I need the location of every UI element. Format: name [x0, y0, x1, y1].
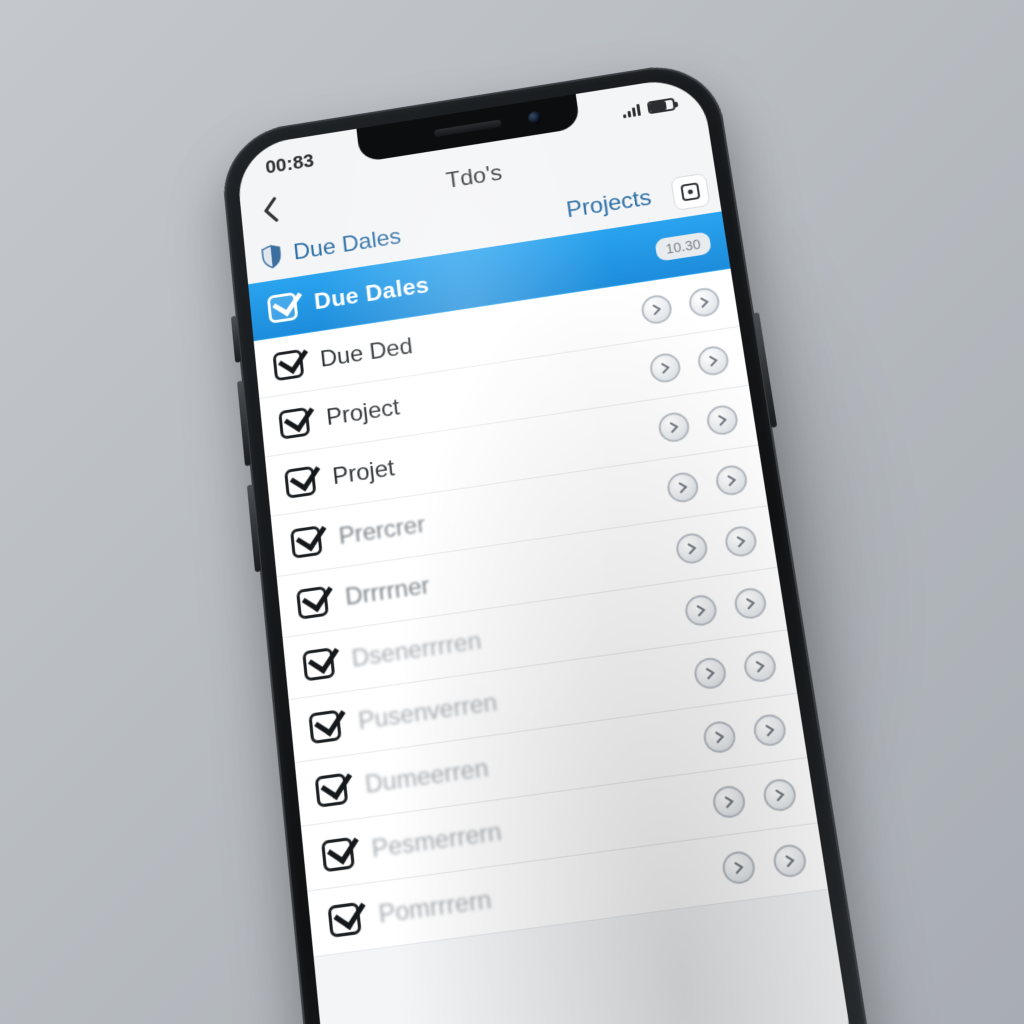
cellular-signal-icon — [622, 103, 641, 118]
disclosure-button[interactable] — [648, 351, 682, 384]
tab-due-dates-label: Due Dales — [292, 224, 402, 266]
disclosure-button[interactable] — [742, 648, 778, 683]
checkbox-checked-icon[interactable] — [308, 709, 341, 744]
disclosure-button[interactable] — [665, 470, 700, 504]
disclosure-button[interactable] — [761, 777, 798, 813]
shield-icon — [260, 243, 283, 270]
settings-button[interactable] — [670, 173, 710, 211]
disclosure-button[interactable] — [640, 293, 674, 326]
status-time: 00:83 — [265, 151, 315, 179]
checkbox-checked-icon[interactable] — [267, 291, 299, 323]
selected-badge: 10.30 — [654, 231, 712, 261]
chevron-left-icon — [261, 196, 281, 224]
disclosure-button[interactable] — [714, 463, 749, 497]
back-button[interactable] — [253, 192, 288, 228]
earpiece-speaker — [434, 119, 502, 137]
battery-icon — [647, 98, 676, 115]
tab-projects[interactable]: Projects — [565, 184, 663, 224]
page-title: Tdo's — [445, 160, 504, 194]
checkbox-checked-icon[interactable] — [290, 525, 323, 558]
checkbox-checked-icon[interactable] — [284, 465, 316, 498]
checkbox-checked-icon[interactable] — [272, 349, 304, 381]
checkbox-checked-icon[interactable] — [321, 836, 355, 872]
disclosure-button[interactable] — [771, 842, 808, 878]
disclosure-button[interactable] — [687, 286, 721, 319]
disclosure-button[interactable] — [705, 403, 740, 436]
disclosure-button[interactable] — [702, 719, 738, 754]
settings-icon — [680, 182, 700, 201]
checkbox-checked-icon[interactable] — [327, 901, 361, 937]
disclosure-button[interactable] — [683, 593, 718, 628]
disclosure-button[interactable] — [723, 524, 758, 558]
disclosure-button[interactable] — [696, 344, 730, 377]
checkbox-checked-icon[interactable] — [315, 772, 349, 807]
front-camera — [527, 110, 542, 125]
disclosure-button[interactable] — [674, 531, 709, 565]
checkbox-checked-icon[interactable] — [278, 406, 310, 439]
disclosure-button[interactable] — [752, 712, 788, 747]
disclosure-button[interactable] — [692, 655, 728, 690]
tab-projects-label: Projects — [565, 185, 653, 223]
disclosure-button[interactable] — [733, 586, 769, 621]
disclosure-button[interactable] — [720, 849, 757, 885]
disclosure-button[interactable] — [711, 783, 747, 819]
checkbox-checked-icon[interactable] — [296, 585, 329, 619]
disclosure-button[interactable] — [657, 410, 691, 443]
checkbox-checked-icon[interactable] — [302, 647, 335, 681]
